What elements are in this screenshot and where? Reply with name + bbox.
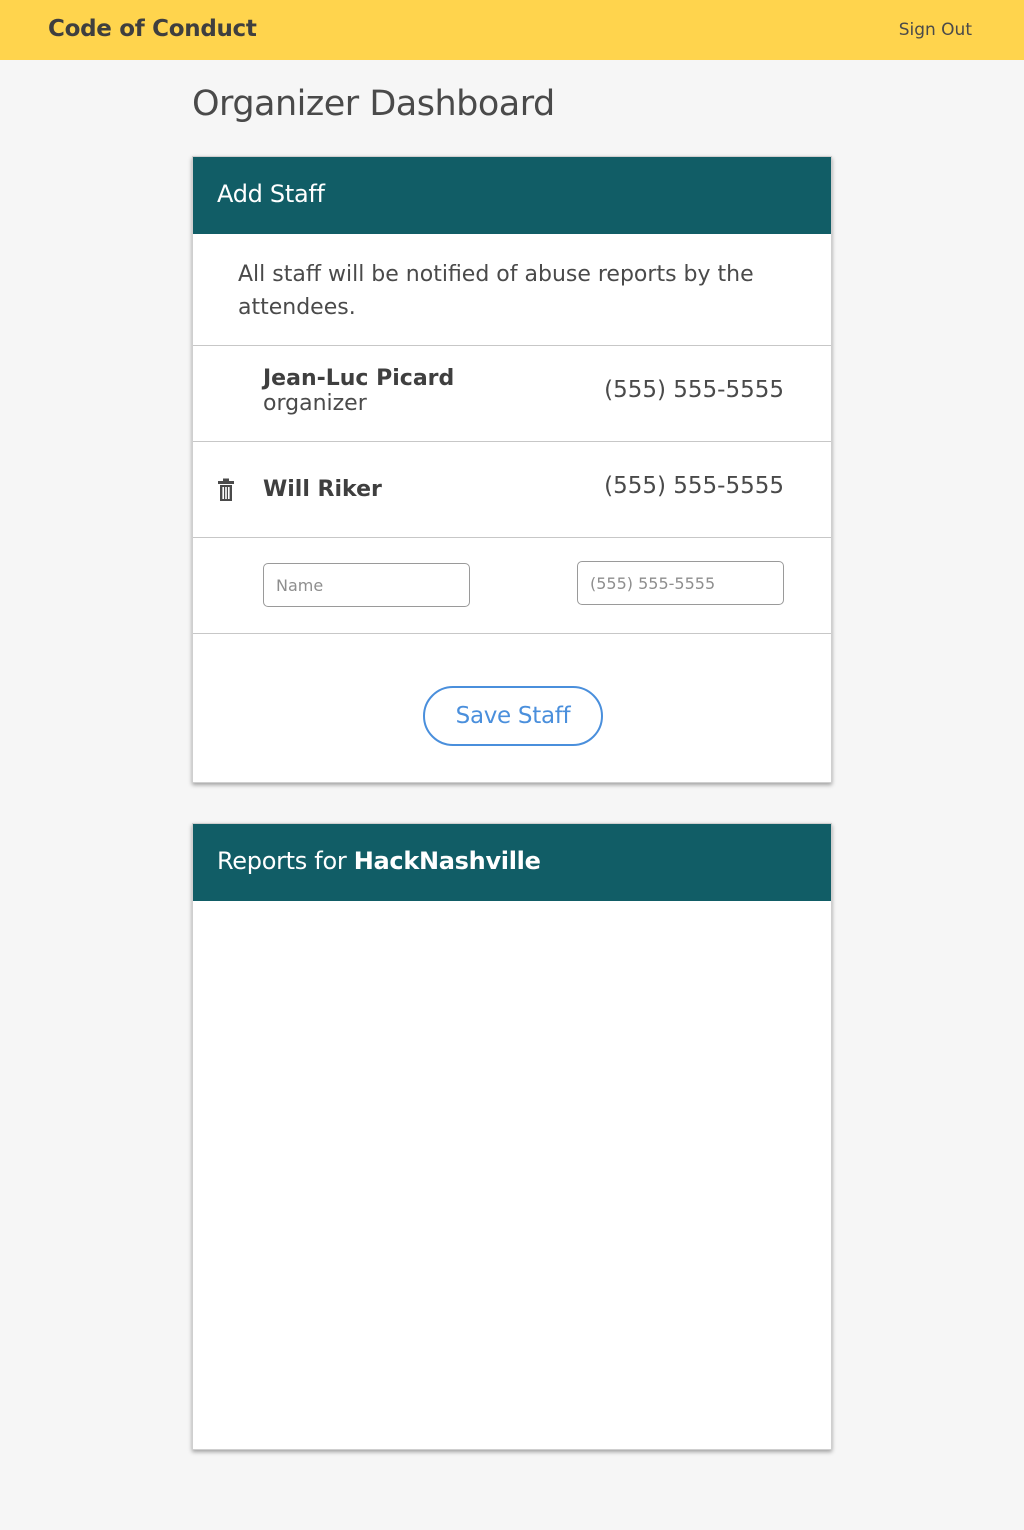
- add-staff-card-header: Add Staff: [193, 157, 831, 234]
- save-staff-button[interactable]: Save Staff: [423, 686, 603, 746]
- new-staff-row: [193, 538, 831, 634]
- staff-row: Will Riker (555) 555-5555: [193, 442, 831, 538]
- page-title: Organizer Dashboard: [192, 84, 555, 124]
- staff-name: Will Riker: [263, 477, 382, 502]
- staff-role: organizer: [263, 391, 367, 416]
- event-name: HackNashville: [353, 847, 541, 875]
- staff-phone-input[interactable]: [577, 561, 784, 605]
- add-staff-card: Add Staff All staff will be notified of …: [192, 156, 832, 783]
- trash-icon[interactable]: [217, 478, 235, 502]
- sign-out-link[interactable]: Sign Out: [899, 20, 972, 40]
- top-nav-bar: Code of Conduct Sign Out: [0, 0, 1024, 60]
- brand-logo-text[interactable]: Code of Conduct: [48, 16, 257, 42]
- reports-card: Reports for HackNashville: [192, 823, 832, 1450]
- staff-phone: (555) 555-5555: [604, 377, 784, 403]
- staff-row: Jean-Luc Picard organizer (555) 555-5555: [193, 346, 831, 442]
- staff-name: Jean-Luc Picard: [263, 366, 455, 391]
- staff-phone: (555) 555-5555: [604, 473, 784, 499]
- reports-card-header: Reports for HackNashville: [193, 824, 831, 901]
- save-area: Save Staff: [193, 634, 831, 783]
- staff-name-input[interactable]: [263, 563, 470, 607]
- reports-header-prefix: Reports for: [217, 847, 354, 875]
- staff-notice: All staff will be notified of abuse repo…: [193, 234, 831, 346]
